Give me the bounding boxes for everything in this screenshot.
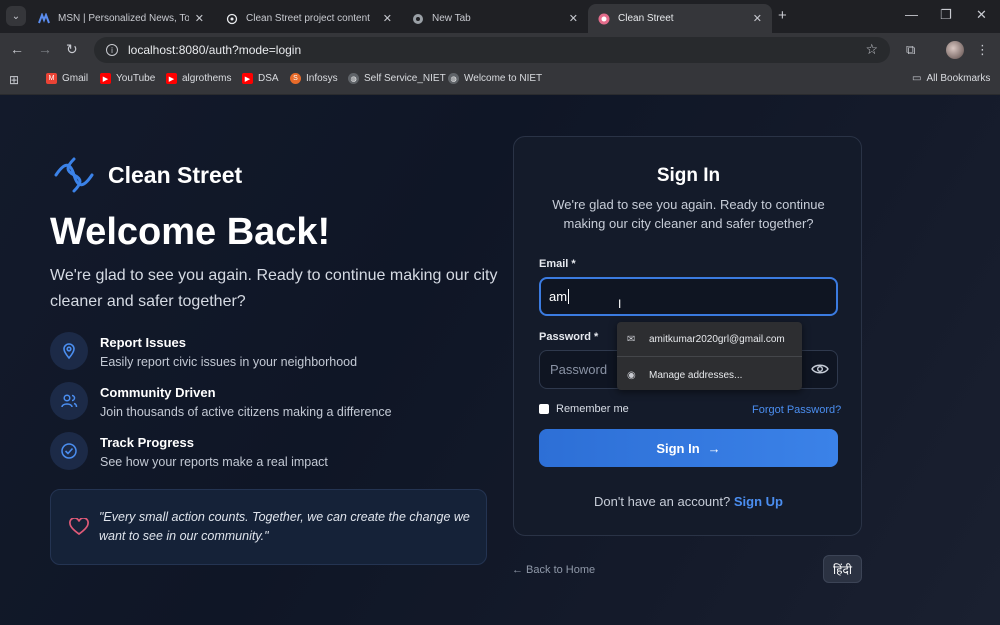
openai-icon xyxy=(226,13,238,25)
maximize-button[interactable]: ❐ xyxy=(940,7,952,23)
profile-avatar[interactable] xyxy=(946,41,964,59)
bookmark-algrothems[interactable]: ▶ algrothems xyxy=(166,73,231,84)
chrome-icon xyxy=(412,13,424,25)
mail-icon: ✉ xyxy=(627,333,636,345)
extensions-icon[interactable]: ⧉ xyxy=(906,42,915,58)
tab-clean-street[interactable]: Clean Street ✕ xyxy=(588,4,772,33)
autofill-dropdown: ✉ amitkumar2020grl@gmail.com ◉ Manage ad… xyxy=(617,322,802,390)
bookmark-youtube[interactable]: ▶ YouTube xyxy=(100,73,155,84)
msn-icon xyxy=(38,12,50,25)
divider xyxy=(617,356,802,357)
tab-msn[interactable]: MSN | Personalized News, Top H ✕ xyxy=(28,4,214,33)
gmail-icon: M xyxy=(46,73,57,84)
email-label: Email * xyxy=(539,258,576,270)
tab-new-tab[interactable]: New Tab ✕ xyxy=(402,4,588,33)
all-bookmarks[interactable]: ▭ All Bookmarks xyxy=(912,73,990,84)
forgot-password-link[interactable]: Forgot Password? xyxy=(752,404,841,416)
apps-grid-icon[interactable]: ⊞ xyxy=(9,73,19,87)
back-to-home-link[interactable]: ← Back to Home xyxy=(512,564,595,576)
autofill-suggestion[interactable]: ✉ amitkumar2020grl@gmail.com xyxy=(617,322,802,356)
browser-toolbar: ← → ↻ i localhost:8080/auth?mode=login ☆… xyxy=(0,33,1000,66)
text-cursor-icon: I xyxy=(618,297,622,311)
url-text: localhost:8080/auth?mode=login xyxy=(128,43,302,57)
remember-me[interactable]: Remember me xyxy=(539,403,629,415)
new-tab-button[interactable]: + xyxy=(778,7,787,24)
remember-checkbox[interactable] xyxy=(539,404,549,414)
check-circle-icon xyxy=(50,432,88,470)
quote-text: "Every small action counts. Together, we… xyxy=(99,510,470,543)
youtube-icon: ▶ xyxy=(100,73,111,84)
close-icon[interactable]: ✕ xyxy=(383,12,392,25)
close-icon[interactable]: ✕ xyxy=(195,12,204,25)
bookmark-dsa[interactable]: ▶ DSA xyxy=(242,73,279,84)
bookmark-self-service[interactable]: ◍ Self Service_NIET xyxy=(348,73,446,84)
bookmark-infosys[interactable]: S Infosys xyxy=(290,73,338,84)
back-arrow-icon[interactable]: ← xyxy=(10,41,24,57)
close-icon[interactable]: ✕ xyxy=(569,12,578,25)
forward-arrow-icon[interactable]: → xyxy=(38,41,52,57)
clean-street-logo-icon xyxy=(54,157,94,193)
bookmark-welcome-niet[interactable]: ◍ Welcome to NIET xyxy=(448,73,542,84)
tab-search-button[interactable]: ⌄ xyxy=(6,6,26,26)
quote-box: "Every small action counts. Together, we… xyxy=(50,489,487,565)
site-info-icon[interactable]: i xyxy=(106,44,118,56)
infosys-icon: S xyxy=(290,73,301,84)
bookmarks-bar: ⊞ M Gmail ▶ YouTube ▶ algrothems ▶ DSA S Info… xyxy=(0,66,1000,95)
brand-name: Clean Street xyxy=(108,161,243,188)
chrome-icon: ◉ xyxy=(627,369,636,381)
eye-icon[interactable] xyxy=(811,361,829,377)
language-toggle-button[interactable]: हिंदी xyxy=(823,555,862,583)
bookmark-gmail[interactable]: M Gmail xyxy=(46,73,88,84)
text-caret xyxy=(568,289,570,304)
tab-clean-street-project[interactable]: Clean Street project content ✕ xyxy=(216,4,402,33)
feature-community: Community Driven Join thousands of activ… xyxy=(50,382,392,420)
heart-icon xyxy=(69,518,89,536)
folder-icon: ▭ xyxy=(912,73,922,84)
password-label: Password * xyxy=(539,331,599,343)
youtube-icon: ▶ xyxy=(166,73,177,84)
clean-street-favicon xyxy=(598,13,610,25)
bookmark-star-icon[interactable]: ☆ xyxy=(865,41,878,58)
signup-link[interactable]: Sign Up xyxy=(734,494,783,509)
signin-button[interactable]: Sign In → xyxy=(539,429,838,467)
welcome-subtitle: We're glad to see you again. Ready to co… xyxy=(50,267,498,310)
brand: Clean Street xyxy=(50,155,242,195)
youtube-icon: ▶ xyxy=(242,73,253,84)
minimize-button[interactable]: — xyxy=(905,7,918,22)
reload-icon[interactable]: ↻ xyxy=(66,41,78,58)
manage-addresses-item[interactable]: ◉ Manage addresses... xyxy=(617,358,802,392)
menu-dots-icon[interactable]: ⋮ xyxy=(976,42,989,58)
signin-subtitle: We're glad to see you again. Ready to co… xyxy=(552,197,825,231)
signup-prompt: Don't have an account? Sign Up xyxy=(594,494,783,509)
map-pin-icon xyxy=(50,332,88,370)
welcome-heading: Welcome Back! xyxy=(50,211,331,253)
window-close-button[interactable]: ✕ xyxy=(976,7,987,23)
page-content: Clean Street Welcome Back! We're glad to… xyxy=(0,95,1000,625)
users-icon xyxy=(50,382,88,420)
arrow-right-icon: → xyxy=(707,440,721,456)
feature-report-issues: Report Issues Easily report civic issues… xyxy=(50,332,357,370)
close-icon[interactable]: ✕ xyxy=(753,12,762,25)
feature-track-progress: Track Progress See how your reports make… xyxy=(50,432,328,470)
tab-bar: ⌄ MSN | Personalized News, Top H ✕ Clean… xyxy=(0,0,1000,33)
globe-icon: ◍ xyxy=(348,73,359,84)
email-input[interactable]: am I xyxy=(539,277,838,316)
address-bar[interactable]: i localhost:8080/auth?mode=login ☆ xyxy=(94,37,890,63)
globe-icon: ◍ xyxy=(448,73,459,84)
signin-title: Sign In xyxy=(656,165,721,186)
